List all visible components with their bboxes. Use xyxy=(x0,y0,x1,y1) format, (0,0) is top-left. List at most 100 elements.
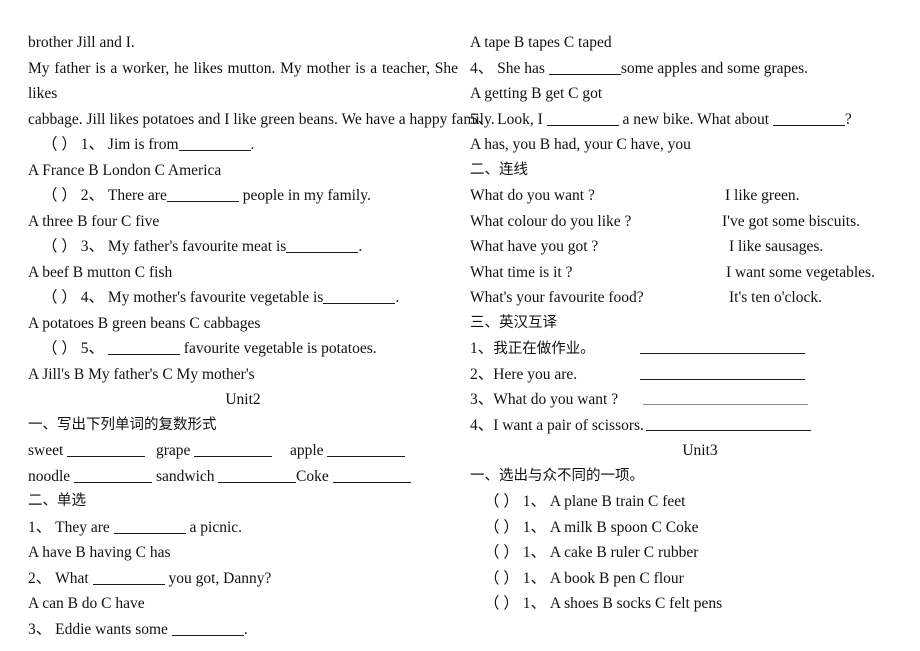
translation-heading: 三、英汉互译 xyxy=(470,314,557,331)
reading-options-1[interactable]: A France B London C America xyxy=(28,158,458,184)
unit2-question-stem-3: Eddie wants some xyxy=(55,620,168,638)
odd-one-out-options-2[interactable]: A milk B spoon C Coke xyxy=(550,519,699,536)
blank-u2q3[interactable] xyxy=(171,634,244,636)
reading-options-2[interactable]: A three B four C five xyxy=(28,209,458,235)
question-number-4: 4、 xyxy=(80,289,105,306)
blank-q4[interactable] xyxy=(323,303,396,304)
unit2-options-1[interactable]: A have B having C has xyxy=(28,540,458,566)
answer-paren-4[interactable]: （ ） xyxy=(42,285,77,311)
left-column: brother Jill and I. My father is a worke… xyxy=(28,30,495,642)
continued-options-top[interactable]: A tape B tapes C taped xyxy=(470,30,910,56)
unit3-section1-heading: 一、选出与众不同的一项。 xyxy=(470,467,644,484)
unit2-question-1: 1、 They are a picnic. xyxy=(28,515,458,541)
answer-paren-o3[interactable]: （ ） xyxy=(484,540,519,566)
answer-paren-o4[interactable]: （ ） xyxy=(484,566,519,592)
translation-blank-3[interactable] xyxy=(643,404,808,405)
unit2-options-4[interactable]: A getting B get C got xyxy=(470,81,910,107)
odd-one-out-options-4[interactable]: A book B pen C flour xyxy=(550,570,684,587)
translation-row-2: 2、Here you are. xyxy=(470,362,910,388)
blank-u2q2[interactable] xyxy=(92,583,165,585)
blank-q3[interactable] xyxy=(286,252,359,253)
matching-answer-4[interactable]: I want some vegetables. xyxy=(726,260,875,286)
answer-paren-5[interactable]: （ ） xyxy=(42,336,77,362)
answer-paren-1[interactable]: （ ） xyxy=(42,132,77,158)
odd-one-out-number-1: 1、 xyxy=(522,493,547,510)
odd-one-out-options-5[interactable]: A shoes B socks C felt pens xyxy=(550,595,722,612)
translation-blank-1[interactable] xyxy=(640,353,805,354)
question-stem-2: There are xyxy=(107,187,167,204)
unit2-question-number-1: 1、 xyxy=(28,518,52,536)
blank-apple[interactable] xyxy=(327,456,406,457)
answer-paren-o1[interactable]: （ ） xyxy=(484,489,519,515)
answer-paren-o5[interactable]: （ ） xyxy=(484,591,519,617)
blank-u2q4[interactable] xyxy=(548,73,621,75)
answer-paren-2[interactable]: （ ） xyxy=(42,183,77,209)
odd-one-out-row-1: （ ） 1、 A plane B train C feet xyxy=(470,489,910,515)
plural-word-noodle: noodle xyxy=(28,464,153,490)
question-stem-1: Jim is from xyxy=(107,136,179,153)
question-number-3: 3、 xyxy=(80,238,105,255)
matching-prompt-1[interactable]: What do you want ? xyxy=(470,183,595,209)
unit2-title: Unit2 xyxy=(225,391,261,408)
blank-u2q1[interactable] xyxy=(113,532,186,534)
passage-line-2: My father is a worker, he likes mutton. … xyxy=(28,59,458,103)
reading-question-5: （ ） 5、 favourite vegetable is potatoes. xyxy=(28,336,458,362)
matching-answer-2[interactable]: I've got some biscuits. xyxy=(722,209,860,235)
passage-line-3: cabbage. Jill likes potatoes and I like … xyxy=(28,110,495,128)
blank-q2[interactable] xyxy=(166,201,239,202)
right-column: A tape B tapes C taped 4、 She has some a… xyxy=(470,30,910,617)
reading-options-4[interactable]: A potatoes B green beans C cabbages xyxy=(28,311,458,337)
reading-options-5[interactable]: A Jill's B My father's C My mother's xyxy=(28,362,458,388)
unit2-section1-heading: 一、写出下列单词的复数形式 xyxy=(28,416,217,433)
unit2-question-stem-1: They are xyxy=(55,518,110,536)
matching-prompt-5[interactable]: What's your favourite food? xyxy=(470,285,644,311)
matching-prompt-2[interactable]: What colour do you like ? xyxy=(470,209,631,235)
blank-u2q5b[interactable] xyxy=(772,124,845,126)
matching-answer-5[interactable]: It's ten o'clock. xyxy=(729,285,822,311)
odd-one-out-number-4: 1、 xyxy=(522,569,547,587)
translation-prompt-2: 2、Here you are. xyxy=(470,365,578,383)
odd-one-out-options-3[interactable]: A cake B ruler C rubber xyxy=(550,544,699,561)
blank-sandwich[interactable] xyxy=(218,481,297,483)
blank-grape[interactable] xyxy=(194,456,273,457)
unit2-options-2[interactable]: A can B do C have xyxy=(28,591,458,617)
question-number-5: 5、 xyxy=(80,340,105,357)
reading-question-2: （ ） 2、 There are people in my family. xyxy=(28,183,458,209)
matching-row-5: What's your favourite food? It's ten o'c… xyxy=(470,285,910,311)
worksheet-page: brother Jill and I. My father is a worke… xyxy=(0,0,920,651)
odd-one-out-options-1[interactable]: A plane B train C feet xyxy=(550,493,686,510)
blank-coke[interactable] xyxy=(332,481,411,483)
reading-question-1: （ ） 1、 Jim is from. xyxy=(28,132,458,158)
plural-row-1: sweet grape apple xyxy=(28,438,458,464)
matching-heading: 二、连线 xyxy=(470,161,528,178)
matching-answer-1[interactable]: I like green. xyxy=(725,183,799,209)
matching-answer-3[interactable]: I like sausages. xyxy=(729,234,823,260)
plural-word-coke: Coke xyxy=(296,464,411,490)
unit2-question-stem-4-after: some apples and some grapes. xyxy=(620,59,809,77)
odd-one-out-row-5: （ ） 1、 A shoes B socks C felt pens xyxy=(470,591,910,617)
translation-blank-2[interactable] xyxy=(640,378,805,380)
translation-prompt-3: 3、What do you want ? xyxy=(470,391,619,408)
question-stem-4: My mother's favourite vegetable is xyxy=(107,289,324,306)
question-stem-1-after: . xyxy=(250,136,255,153)
question-number-2: 2、 xyxy=(80,187,105,204)
unit2-question-stem-2: What xyxy=(55,569,89,587)
answer-paren-o2[interactable]: （ ） xyxy=(484,515,519,541)
matching-row-2: What colour do you like ? I've got some … xyxy=(470,209,910,235)
blank-u2q5a[interactable] xyxy=(546,124,619,126)
plural-word-grape: grape xyxy=(156,438,273,464)
answer-paren-3[interactable]: （ ） xyxy=(42,234,77,260)
blank-q5[interactable] xyxy=(107,354,180,355)
matching-prompt-4[interactable]: What time is it ? xyxy=(470,260,572,286)
unit2-question-number-2: 2、 xyxy=(28,569,52,587)
blank-q1[interactable] xyxy=(178,150,251,151)
unit2-question-stem-3-after: . xyxy=(243,620,248,638)
translation-blank-4[interactable] xyxy=(646,429,811,431)
blank-noodle[interactable] xyxy=(74,481,153,483)
matching-prompt-3[interactable]: What have you got ? xyxy=(470,234,598,260)
blank-sweet[interactable] xyxy=(67,456,146,457)
question-stem-3-after: . xyxy=(358,238,363,255)
unit2-options-5[interactable]: A has, you B had, your C have, you xyxy=(470,132,910,158)
reading-options-3[interactable]: A beef B mutton C fish xyxy=(28,260,458,286)
odd-one-out-number-3: 1、 xyxy=(522,544,547,561)
